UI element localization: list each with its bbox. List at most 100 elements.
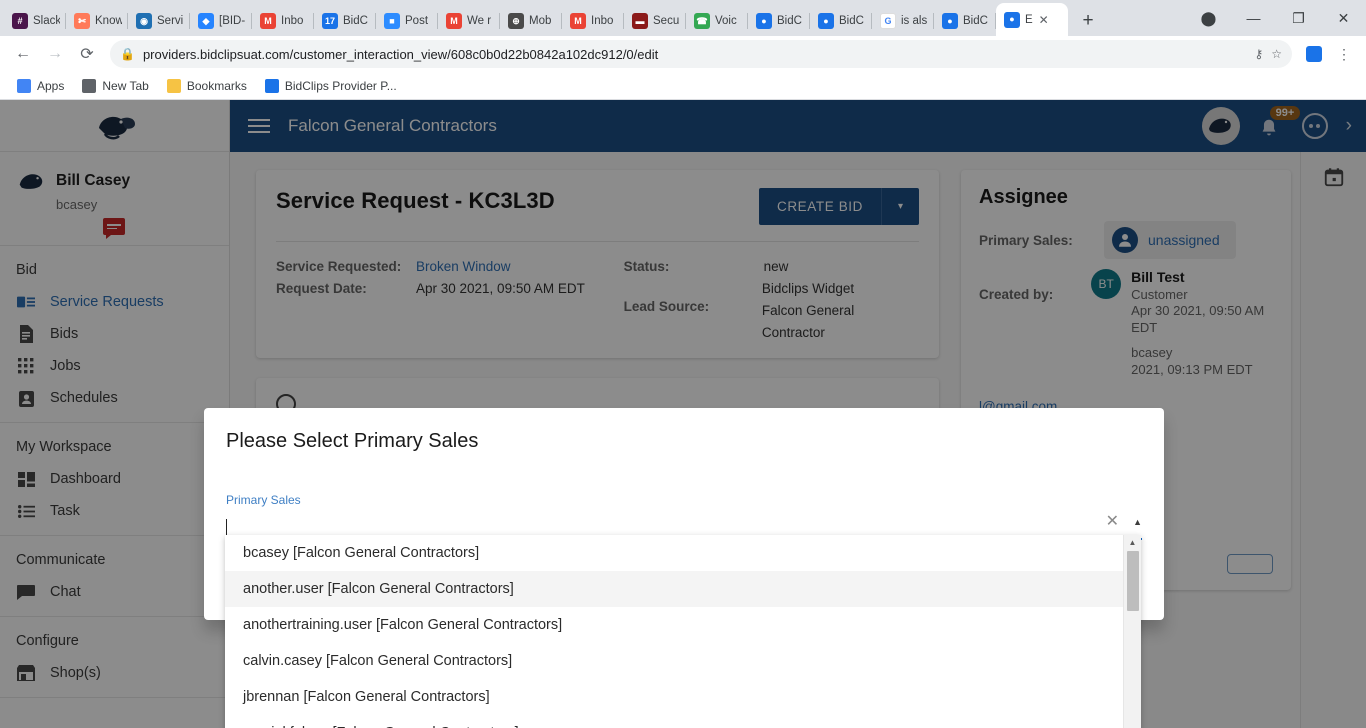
bidclips-icon: ● — [818, 13, 834, 29]
bank-icon: ▬ — [632, 13, 648, 29]
bookmark-item[interactable]: BidClips Provider P... — [258, 77, 404, 95]
bookmark-label: Apps — [37, 78, 65, 93]
browser-tab-title: E — [1025, 13, 1033, 26]
browser-tab[interactable]: ● BidC — [810, 6, 872, 36]
calendar-icon: 17 — [322, 13, 338, 29]
bookmark-item[interactable]: Bookmarks — [160, 77, 254, 95]
browser-tab[interactable]: ● BidC — [934, 6, 996, 36]
minimize-button[interactable]: — — [1231, 0, 1276, 36]
folder-icon — [166, 78, 181, 93]
apps-grid-icon — [17, 78, 31, 93]
browser-tab-title: BidC — [839, 15, 864, 27]
primary-sales-field-label: Primary Sales — [226, 493, 301, 507]
key-icon[interactable]: ⚷ — [1254, 47, 1263, 61]
browser-tab-title: Inbo — [281, 15, 304, 27]
lock-icon: 🔒 — [120, 47, 135, 61]
text-cursor — [226, 518, 227, 536]
browser-menu-icon[interactable]: ⋮ — [1330, 40, 1358, 68]
back-icon[interactable]: ← — [8, 39, 38, 69]
slack-icon: # — [12, 13, 28, 29]
hubspot-icon: ✄ — [74, 13, 90, 29]
window-controls: ⬤ — ❐ ✕ — [1186, 0, 1366, 36]
browser-tab[interactable]: ◆ [BID- — [190, 6, 252, 36]
modal-title: Please Select Primary Sales — [226, 430, 479, 452]
tab-close-icon[interactable]: ✕ — [1039, 13, 1049, 27]
dropdown-option[interactable]: anothertraining.user [Falcon General Con… — [225, 607, 1123, 643]
bidclips-icon — [264, 78, 279, 93]
phone-icon: ☎ — [694, 13, 710, 29]
bookmark-label: New Tab — [102, 78, 149, 93]
bidclips-icon: ● — [1004, 11, 1020, 28]
browser-tab[interactable]: ● BidC — [748, 6, 810, 36]
browser-tab-title: Servi — [157, 15, 184, 27]
browser-tab[interactable]: Gis als — [872, 6, 934, 36]
browser-tab-title: Voic — [715, 15, 737, 27]
jira-icon: ◆ — [198, 13, 214, 29]
dropdown-option[interactable]: another.user [Falcon General Contractors… — [225, 571, 1123, 607]
browser-tab[interactable]: ◉ Servi — [128, 6, 190, 36]
url-text: providers.bidclipsuat.com/customer_inter… — [142, 46, 659, 62]
scrollbar-thumb[interactable] — [1127, 551, 1139, 611]
browser-tab-title: Secu — [653, 15, 680, 27]
browser-tab[interactable]: M Inbo — [562, 6, 624, 36]
browser-tab-title: Post — [405, 15, 429, 27]
zoom-icon: ■ — [384, 13, 400, 29]
browser-tab-title: BidC — [963, 15, 988, 27]
servicenow-icon: ◉ — [136, 13, 152, 29]
dropdown-option[interactable]: calvin.casey [Falcon General Contractors… — [225, 643, 1123, 679]
bookmark-item[interactable]: New Tab — [75, 77, 155, 95]
browser-tab-title: Inbo — [591, 15, 614, 27]
bookmark-label: BidClips Provider P... — [284, 78, 397, 93]
bookmark-star-icon[interactable]: ☆ — [1271, 47, 1282, 61]
extension-icon[interactable] — [1300, 40, 1328, 68]
browser-tab-title: Mob — [529, 15, 552, 27]
browser-tab[interactable]: ⊕ Mob — [500, 6, 562, 36]
google-icon: G — [880, 13, 896, 29]
dropdown-scrollbar[interactable]: ▲ ▼ — [1123, 535, 1141, 728]
browser-tab-title: Slack — [33, 15, 60, 27]
browser-toolbar: ← → ⟳ 🔒 providers.bidclipsuat.com/custom… — [0, 36, 1366, 72]
address-bar[interactable]: 🔒 providers.bidclipsuat.com/customer_int… — [110, 40, 1292, 68]
new-tab-button[interactable]: + — [1074, 7, 1102, 35]
chevron-up-icon[interactable]: ▲ — [1133, 517, 1142, 527]
profile-icon[interactable]: ⬤ — [1186, 0, 1231, 36]
gmail-icon: M — [570, 13, 586, 29]
browser-tab[interactable]: ☎ Voic — [686, 6, 748, 36]
browser-tab-title: BidC — [343, 15, 368, 27]
application-viewport: Bill Casey bcasey Bid Service Requests Bid… — [0, 100, 1366, 728]
browser-tab[interactable]: ✄ Know — [66, 6, 128, 36]
browser-tab-title: [BID- — [219, 15, 246, 27]
primary-sales-dropdown: bcasey [Falcon General Contractors] anoth… — [225, 535, 1141, 728]
bookmarks-bar: Apps New Tab Bookmarks BidClips Provider P.… — [0, 72, 1366, 100]
clear-icon[interactable]: ✕ — [1106, 514, 1119, 530]
maximize-button[interactable]: ❐ — [1276, 0, 1321, 36]
reload-icon[interactable]: ⟳ — [72, 39, 102, 69]
browser-tab-bar: # Slack ✄ Know ◉ Servi ◆ [BID- M Inbo 17 BidC ■ Post M… — [0, 0, 1366, 36]
bidclips-icon: ● — [942, 13, 958, 29]
browser-tab-title: is als — [901, 15, 928, 27]
dropdown-option[interactable]: bcasey [Falcon General Contractors] — [225, 535, 1123, 571]
browser-tab[interactable]: ■ Post — [376, 6, 438, 36]
bookmark-label: Bookmarks — [186, 78, 247, 93]
globe-icon: ⊕ — [508, 13, 524, 29]
dropdown-option-list: bcasey [Falcon General Contractors] anoth… — [225, 535, 1123, 728]
gmail-icon: M — [446, 13, 462, 29]
browser-tab[interactable]: ● E ✕ — [996, 3, 1068, 36]
browser-tab-title: Know — [95, 15, 122, 27]
browser-tab[interactable]: 17 BidC — [314, 6, 376, 36]
dropdown-option[interactable]: jbrennan [Falcon General Contractors] — [225, 679, 1123, 715]
browser-tab[interactable]: # Slack — [4, 6, 66, 36]
forward-icon[interactable]: → — [40, 39, 70, 69]
browser-tab[interactable]: ▬ Secu — [624, 6, 686, 36]
primary-sales-field-group: Primary Sales ✕ ▲ — [226, 493, 1142, 540]
gmail-icon: M — [260, 13, 276, 29]
browser-tab[interactable]: M We r — [438, 6, 500, 36]
scroll-up-icon[interactable]: ▲ — [1129, 538, 1137, 547]
browser-tab-title: We r — [467, 15, 492, 27]
browser-tab-title: BidC — [777, 15, 802, 27]
browser-tab[interactable]: M Inbo — [252, 6, 314, 36]
close-window-button[interactable]: ✕ — [1321, 0, 1366, 36]
dropdown-option[interactable]: munjal.falcon [Falcon General Contractor… — [225, 715, 1123, 728]
bookmark-item[interactable]: Apps — [10, 77, 71, 95]
bidclips-icon: ● — [756, 13, 772, 29]
